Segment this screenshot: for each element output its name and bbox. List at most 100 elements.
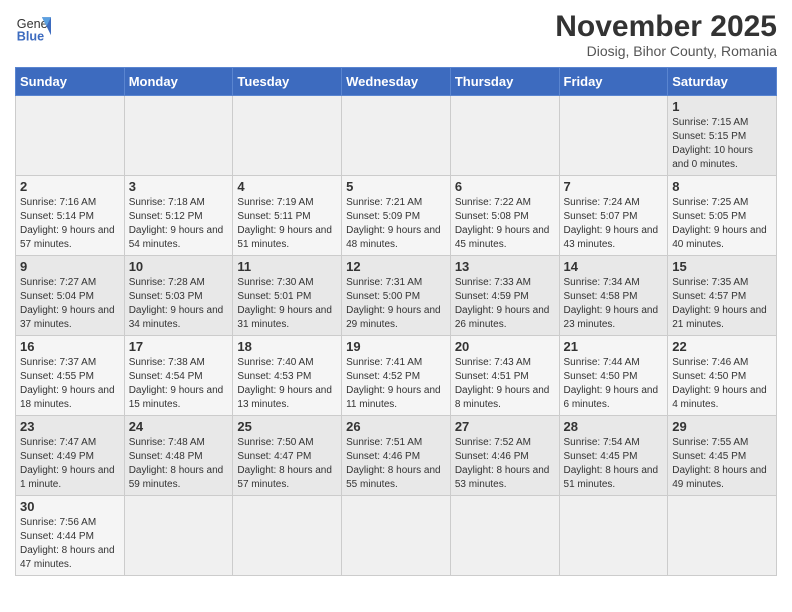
day-number: 30 <box>20 499 120 514</box>
day-info: Sunrise: 7:21 AM Sunset: 5:09 PM Dayligh… <box>346 196 446 252</box>
logo: General Blue <box>15 10 51 46</box>
page: General Blue November 2025 Diosig, Bihor… <box>0 0 792 586</box>
calendar-cell: 17Sunrise: 7:38 AM Sunset: 4:54 PM Dayli… <box>124 336 233 416</box>
weekday-header-sunday: Sunday <box>16 68 125 96</box>
calendar-cell: 30 Sunrise: 7:56 AM Sunset: 4:44 PM Dayli… <box>16 496 125 576</box>
day-info: Sunrise: 7:51 AM Sunset: 4:46 PM Dayligh… <box>346 436 446 492</box>
calendar-cell: 28 Sunrise: 7:54 AM Sunset: 4:45 PM Dayli… <box>559 416 668 496</box>
day-number: 5 <box>346 179 446 194</box>
calendar-cell <box>450 96 559 176</box>
day-info: Sunrise: 7:34 AM Sunset: 4:58 PM Dayligh… <box>564 276 664 332</box>
calendar-cell <box>124 496 233 576</box>
calendar-cell: 16 Sunrise: 7:37 AM Sunset: 4:55 PM Dayli… <box>16 336 125 416</box>
calendar-cell <box>16 96 125 176</box>
day-info: Sunrise: 7:25 AM Sunset: 5:05 PM Dayligh… <box>672 196 772 252</box>
calendar-week-1: 1Sunrise: 7:15 AM Sunset: 5:15 PM Daylig… <box>16 96 777 176</box>
day-info: Sunrise: 7:35 AM Sunset: 4:57 PM Dayligh… <box>672 276 772 332</box>
day-info: Sunrise: 7:46 AM Sunset: 4:50 PM Dayligh… <box>672 356 772 412</box>
day-info: Sunrise: 7:18 AM Sunset: 5:12 PM Dayligh… <box>129 196 229 252</box>
day-number: 17 <box>129 339 229 354</box>
calendar-cell: 4 Sunrise: 7:19 AM Sunset: 5:11 PM Daylig… <box>233 176 342 256</box>
calendar-week-3: 9 Sunrise: 7:27 AM Sunset: 5:04 PM Daylig… <box>16 256 777 336</box>
calendar-cell: 1Sunrise: 7:15 AM Sunset: 5:15 PM Daylig… <box>668 96 777 176</box>
calendar-cell: 14 Sunrise: 7:34 AM Sunset: 4:58 PM Dayli… <box>559 256 668 336</box>
calendar-week-2: 2 Sunrise: 7:16 AM Sunset: 5:14 PM Daylig… <box>16 176 777 256</box>
day-info: Sunrise: 7:22 AM Sunset: 5:08 PM Dayligh… <box>455 196 555 252</box>
day-number: 27 <box>455 419 555 434</box>
calendar-cell <box>233 496 342 576</box>
day-info: Sunrise: 7:37 AM Sunset: 4:55 PM Dayligh… <box>20 356 120 412</box>
day-number: 25 <box>237 419 337 434</box>
calendar-cell: 13Sunrise: 7:33 AM Sunset: 4:59 PM Dayli… <box>450 256 559 336</box>
day-info: Sunrise: 7:43 AM Sunset: 4:51 PM Dayligh… <box>455 356 555 412</box>
day-number: 15 <box>672 259 772 274</box>
day-info: Sunrise: 7:54 AM Sunset: 4:45 PM Dayligh… <box>564 436 664 492</box>
day-info: Sunrise: 7:30 AM Sunset: 5:01 PM Dayligh… <box>237 276 337 332</box>
calendar-cell: 2 Sunrise: 7:16 AM Sunset: 5:14 PM Daylig… <box>16 176 125 256</box>
weekday-header-saturday: Saturday <box>668 68 777 96</box>
day-number: 24 <box>129 419 229 434</box>
day-number: 7 <box>564 179 664 194</box>
calendar-cell: 26 Sunrise: 7:51 AM Sunset: 4:46 PM Dayli… <box>342 416 451 496</box>
calendar-body: 1Sunrise: 7:15 AM Sunset: 5:15 PM Daylig… <box>16 96 777 576</box>
day-number: 29 <box>672 419 772 434</box>
calendar-cell: 10Sunrise: 7:28 AM Sunset: 5:03 PM Dayli… <box>124 256 233 336</box>
calendar-cell: 8Sunrise: 7:25 AM Sunset: 5:05 PM Daylig… <box>668 176 777 256</box>
calendar-cell <box>342 96 451 176</box>
calendar-cell <box>559 96 668 176</box>
day-number: 22 <box>672 339 772 354</box>
day-info: Sunrise: 7:16 AM Sunset: 5:14 PM Dayligh… <box>20 196 120 252</box>
title-block: November 2025 Diosig, Bihor County, Roma… <box>555 10 777 59</box>
calendar-week-5: 23Sunrise: 7:47 AM Sunset: 4:49 PM Dayli… <box>16 416 777 496</box>
weekday-header-tuesday: Tuesday <box>233 68 342 96</box>
day-info: Sunrise: 7:52 AM Sunset: 4:46 PM Dayligh… <box>455 436 555 492</box>
day-info: Sunrise: 7:48 AM Sunset: 4:48 PM Dayligh… <box>129 436 229 492</box>
day-number: 19 <box>346 339 446 354</box>
logo-icon: General Blue <box>15 10 51 46</box>
calendar-cell <box>559 496 668 576</box>
day-info: Sunrise: 7:15 AM Sunset: 5:15 PM Dayligh… <box>672 116 772 172</box>
day-info: Sunrise: 7:56 AM Sunset: 4:44 PM Dayligh… <box>20 516 120 572</box>
calendar-cell: 18Sunrise: 7:40 AM Sunset: 4:53 PM Dayli… <box>233 336 342 416</box>
month-title: November 2025 <box>555 10 777 43</box>
calendar-cell: 12Sunrise: 7:31 AM Sunset: 5:00 PM Dayli… <box>342 256 451 336</box>
calendar-cell <box>124 96 233 176</box>
weekday-header-thursday: Thursday <box>450 68 559 96</box>
day-number: 2 <box>20 179 120 194</box>
day-number: 14 <box>564 259 664 274</box>
weekday-header-monday: Monday <box>124 68 233 96</box>
day-number: 6 <box>455 179 555 194</box>
day-number: 11 <box>237 259 337 274</box>
day-number: 28 <box>564 419 664 434</box>
calendar-cell <box>668 496 777 576</box>
day-info: Sunrise: 7:27 AM Sunset: 5:04 PM Dayligh… <box>20 276 120 332</box>
calendar-cell: 21 Sunrise: 7:44 AM Sunset: 4:50 PM Dayli… <box>559 336 668 416</box>
day-number: 4 <box>237 179 337 194</box>
day-number: 16 <box>20 339 120 354</box>
calendar-cell: 9 Sunrise: 7:27 AM Sunset: 5:04 PM Daylig… <box>16 256 125 336</box>
calendar: SundayMondayTuesdayWednesdayThursdayFrid… <box>15 67 777 576</box>
day-info: Sunrise: 7:19 AM Sunset: 5:11 PM Dayligh… <box>237 196 337 252</box>
calendar-header: SundayMondayTuesdayWednesdayThursdayFrid… <box>16 68 777 96</box>
day-number: 9 <box>20 259 120 274</box>
calendar-cell <box>233 96 342 176</box>
day-info: Sunrise: 7:44 AM Sunset: 4:50 PM Dayligh… <box>564 356 664 412</box>
day-info: Sunrise: 7:47 AM Sunset: 4:49 PM Dayligh… <box>20 436 120 492</box>
day-number: 3 <box>129 179 229 194</box>
day-number: 10 <box>129 259 229 274</box>
calendar-cell: 3 Sunrise: 7:18 AM Sunset: 5:12 PM Daylig… <box>124 176 233 256</box>
day-info: Sunrise: 7:50 AM Sunset: 4:47 PM Dayligh… <box>237 436 337 492</box>
day-number: 18 <box>237 339 337 354</box>
svg-text:Blue: Blue <box>17 30 44 44</box>
day-info: Sunrise: 7:41 AM Sunset: 4:52 PM Dayligh… <box>346 356 446 412</box>
calendar-cell: 11 Sunrise: 7:30 AM Sunset: 5:01 PM Dayli… <box>233 256 342 336</box>
calendar-cell: 22 Sunrise: 7:46 AM Sunset: 4:50 PM Dayli… <box>668 336 777 416</box>
weekday-row: SundayMondayTuesdayWednesdayThursdayFrid… <box>16 68 777 96</box>
calendar-week-6: 30 Sunrise: 7:56 AM Sunset: 4:44 PM Dayli… <box>16 496 777 576</box>
weekday-header-wednesday: Wednesday <box>342 68 451 96</box>
calendar-cell: 19 Sunrise: 7:41 AM Sunset: 4:52 PM Dayli… <box>342 336 451 416</box>
day-number: 21 <box>564 339 664 354</box>
calendar-cell: 20Sunrise: 7:43 AM Sunset: 4:51 PM Dayli… <box>450 336 559 416</box>
day-number: 26 <box>346 419 446 434</box>
calendar-cell <box>450 496 559 576</box>
